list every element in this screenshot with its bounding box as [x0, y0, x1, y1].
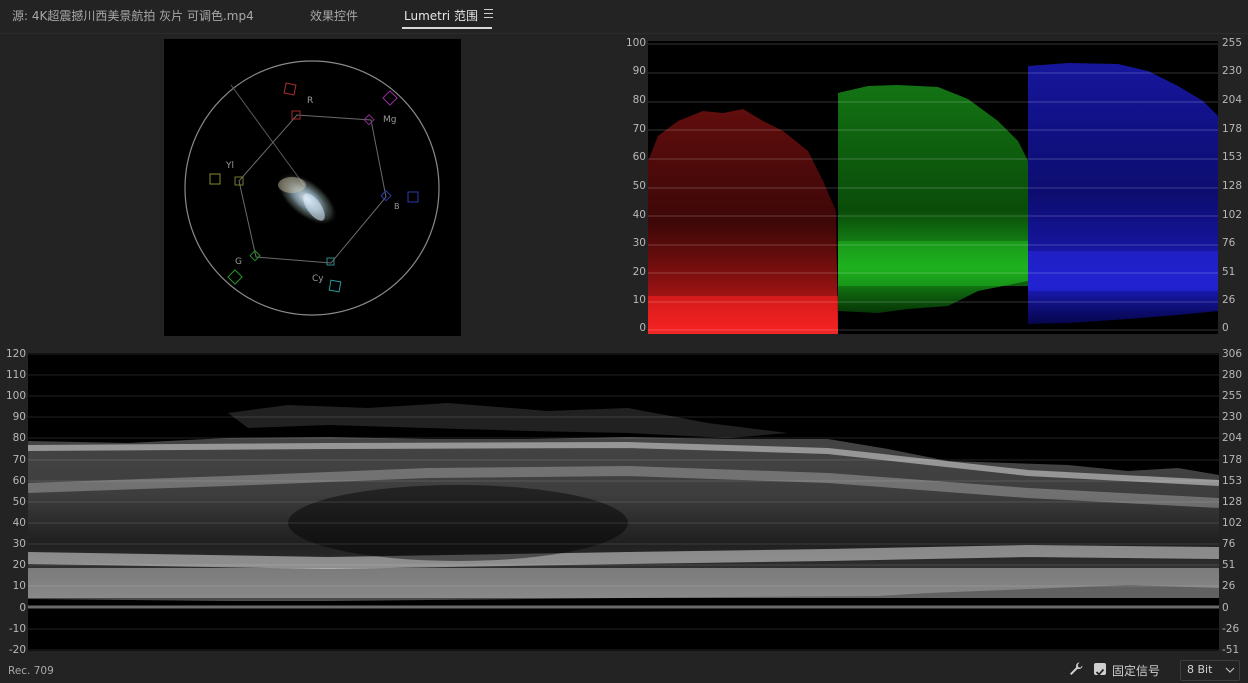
bit-depth-dropdown[interactable]: 8 Bit: [1180, 660, 1240, 681]
scale-tick-label: 51: [1222, 559, 1236, 571]
scale-tick-label: 110: [5, 369, 26, 381]
scale-tick-label: 0: [19, 602, 26, 614]
tab-effect-controls[interactable]: 效果控件: [310, 7, 358, 24]
clamp-signal-label: 固定信号: [1112, 664, 1161, 678]
scale-tick-label: 178: [1222, 454, 1243, 466]
checkmark-icon: [1095, 668, 1105, 676]
scale-tick-label: 255: [1222, 37, 1243, 49]
scale-tick-label: 60: [632, 151, 646, 163]
scale-tick-label: 20: [12, 559, 26, 571]
scale-tick-label: 0: [1222, 602, 1229, 614]
scale-tick-label: 153: [1222, 475, 1243, 487]
scale-tick-label: 76: [1222, 538, 1236, 550]
scale-tick-label: -10: [8, 623, 26, 635]
scale-tick-label: 204: [1222, 94, 1243, 106]
scale-tick-label: 120: [5, 348, 26, 360]
scale-tick-label: 80: [632, 94, 646, 106]
scale-tick-label: 26: [1222, 294, 1236, 306]
rgb-parade: [648, 41, 1218, 334]
scale-tick-label: 90: [632, 65, 646, 77]
scale-tick-label: 20: [632, 266, 646, 278]
active-tab-indicator: [402, 27, 492, 29]
scale-tick-label: 255: [1222, 390, 1243, 402]
scale-tick-label: 153: [1222, 151, 1243, 163]
luma-waveform: [27, 353, 1220, 651]
vectorscope-label-b: B: [394, 202, 400, 211]
scale-tick-label: 50: [12, 496, 26, 508]
scale-tick-label: 90: [12, 411, 26, 423]
scale-tick-label: 70: [632, 123, 646, 135]
scale-tick-label: 80: [12, 432, 26, 444]
chevron-down-icon: [1225, 667, 1235, 673]
tab-source[interactable]: 源: 4K超震撼川西美景航拍 灰片 可调色.mp4: [12, 7, 254, 24]
scale-tick-label: 306: [1222, 348, 1243, 360]
scale-tick-label: -26: [1222, 623, 1240, 635]
scale-tick-label: 100: [5, 390, 26, 402]
scale-tick-label: 76: [1222, 237, 1236, 249]
scale-tick-label: 102: [1222, 209, 1243, 221]
scale-tick-label: 280: [1222, 369, 1243, 381]
scale-tick-label: 204: [1222, 432, 1243, 444]
wrench-icon[interactable]: [1068, 661, 1084, 677]
vectorscope-label-mg: Mg: [383, 115, 396, 125]
scale-tick-label: 128: [1222, 180, 1243, 192]
scale-tick-label: 128: [1222, 496, 1243, 508]
scale-tick-label: 60: [12, 475, 26, 487]
scale-tick-label: 102: [1222, 517, 1243, 529]
scale-tick-label: 178: [1222, 123, 1243, 135]
clamp-signal-checkbox[interactable]: [1094, 663, 1106, 676]
panel-menu-icon[interactable]: [484, 9, 493, 18]
scale-tick-label: 26: [1222, 580, 1236, 592]
vectorscope-label-cy: Cy: [312, 274, 324, 284]
scale-tick-label: 30: [12, 538, 26, 550]
scale-tick-label: 0: [1222, 322, 1229, 334]
vectorscope: R Mg B Cy G Yl: [164, 39, 461, 336]
scale-tick-label: 10: [632, 294, 646, 306]
vectorscope-label-g: G: [235, 257, 242, 267]
vectorscope-label-r: R: [307, 96, 313, 106]
scale-tick-label: 70: [12, 454, 26, 466]
scale-tick-label: 230: [1222, 411, 1243, 423]
tab-lumetri-scopes[interactable]: Lumetri 范围: [404, 7, 478, 24]
scale-tick-label: 50: [632, 180, 646, 192]
vectorscope-label-yl: Yl: [225, 161, 234, 171]
scale-tick-label: 10: [12, 580, 26, 592]
scale-tick-label: 230: [1222, 65, 1243, 77]
bit-depth-value: 8 Bit: [1187, 663, 1213, 676]
scale-tick-label: 0: [639, 322, 646, 334]
scale-tick-label: 40: [12, 517, 26, 529]
color-space-label: Rec. 709: [8, 665, 54, 677]
panel-tab-bar: 源: 4K超震撼川西美景航拍 灰片 可调色.mp4 效果控件 Lumetri 范…: [0, 0, 1248, 34]
scale-tick-label: 100: [625, 37, 646, 49]
scale-tick-label: 30: [632, 237, 646, 249]
scale-tick-label: 40: [632, 209, 646, 221]
scale-tick-label: 51: [1222, 266, 1236, 278]
scope-footer: Rec. 709 固定信号 8 Bit: [0, 655, 1248, 683]
